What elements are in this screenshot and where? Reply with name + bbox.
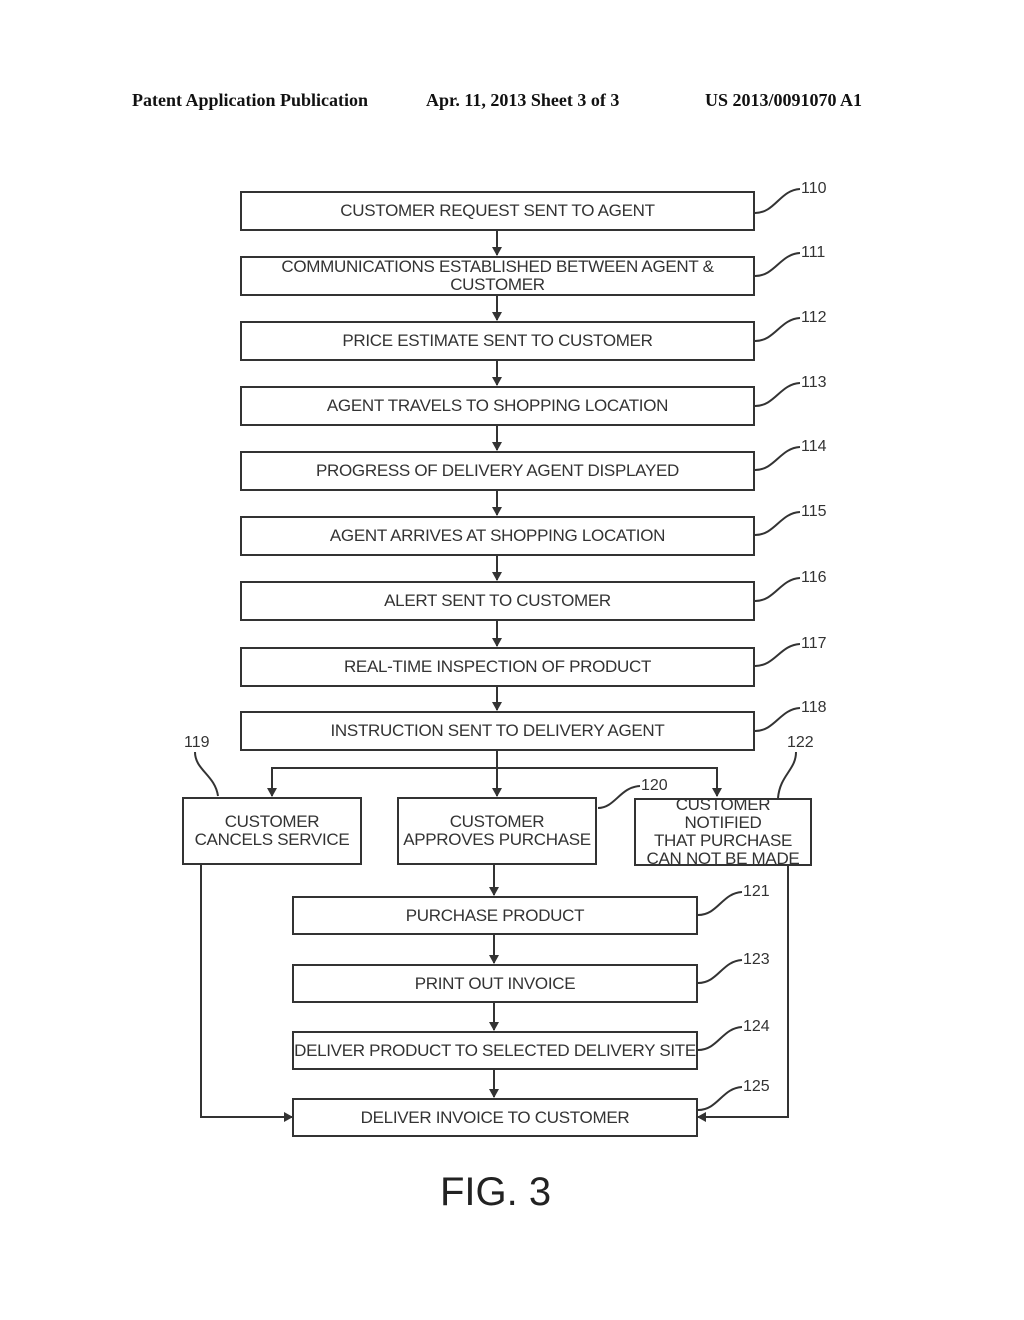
branch-119-box: CUSTOMER CANCELS SERVICE [182, 797, 362, 865]
step-125-box: DELIVER INVOICE TO CUSTOMER [292, 1098, 698, 1137]
leader-121 [697, 891, 743, 916]
step-110-box: CUSTOMER REQUEST SENT TO AGENT [240, 191, 755, 231]
ref-112: 112 [801, 309, 827, 326]
ref-123: 123 [743, 951, 770, 968]
leader-122 [777, 751, 797, 799]
ref-125: 125 [743, 1078, 770, 1095]
figure-label: FIG. 3 [440, 1170, 552, 1214]
leader-115 [754, 511, 801, 536]
ref-121: 121 [743, 883, 770, 900]
step-124-box: DELIVER PRODUCT TO SELECTED DELIVERY SIT… [292, 1031, 698, 1070]
step-113-box: AGENT TRAVELS TO SHOPPING LOCATION [240, 386, 755, 426]
step-115-box: AGENT ARRIVES AT SHOPPING LOCATION [240, 516, 755, 556]
ref-111: 111 [801, 244, 826, 261]
ref-122: 122 [787, 734, 814, 751]
step-123-box: PRINT OUT INVOICE [292, 964, 698, 1003]
leader-112 [754, 317, 801, 342]
branch-120-box: CUSTOMER APPROVES PURCHASE [397, 797, 597, 865]
step-116-box: ALERT SENT TO CUSTOMER [240, 581, 755, 621]
leader-125 [697, 1086, 743, 1111]
arrow-119-125 [200, 864, 293, 1122]
ref-115: 115 [801, 503, 827, 520]
ref-110: 110 [801, 180, 827, 197]
leader-114 [754, 446, 801, 471]
leader-124 [697, 1026, 743, 1051]
leader-110 [754, 188, 801, 214]
leader-116 [754, 577, 801, 602]
leader-117 [754, 643, 801, 667]
ref-114: 114 [801, 438, 827, 455]
leader-118 [754, 707, 801, 732]
ref-116: 116 [801, 569, 827, 586]
ref-124: 124 [743, 1018, 770, 1035]
step-118-box: INSTRUCTION SENT TO DELIVERY AGENT [240, 711, 755, 751]
ref-118: 118 [801, 699, 827, 716]
ref-113: 113 [801, 374, 827, 391]
leader-113 [754, 382, 801, 407]
ref-120: 120 [641, 777, 668, 794]
step-117-box: REAL-TIME INSPECTION OF PRODUCT [240, 647, 755, 687]
leader-111 [754, 252, 801, 277]
step-112-box: PRICE ESTIMATE SENT TO CUSTOMER [240, 321, 755, 361]
step-114-box: PROGRESS OF DELIVERY AGENT DISPLAYED [240, 451, 755, 491]
leader-119 [194, 751, 219, 797]
step-121-box: PURCHASE PRODUCT [292, 896, 698, 935]
leader-123 [697, 959, 743, 984]
ref-117: 117 [801, 635, 827, 652]
step-111-box: COMMUNICATIONS ESTABLISHED BETWEEN AGENT… [240, 256, 755, 296]
ref-119: 119 [184, 734, 210, 751]
branch-122-box: CUSTOMER NOTIFIED THAT PURCHASE CAN NOT … [634, 796, 812, 868]
